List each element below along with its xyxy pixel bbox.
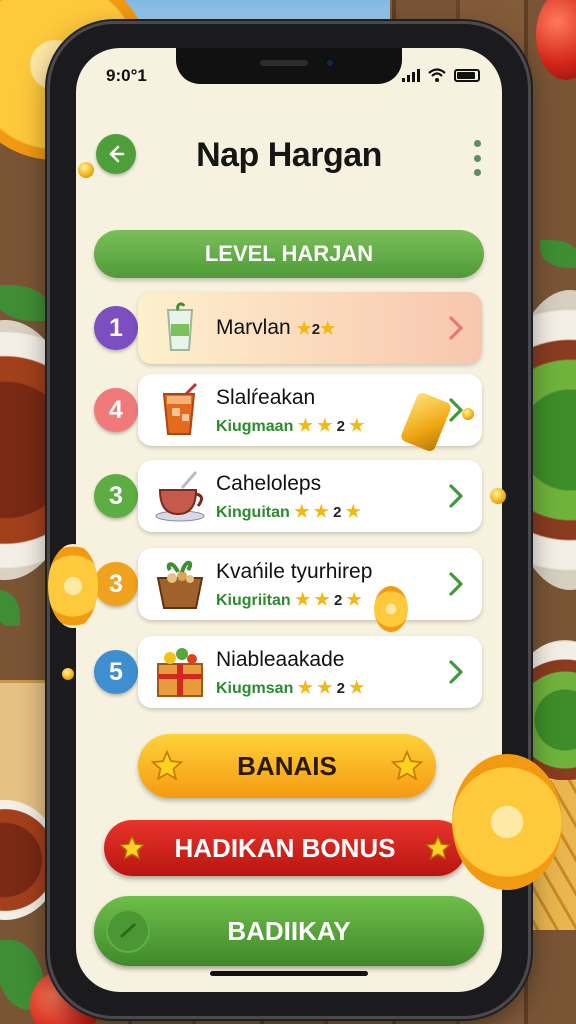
- orange-slice-decoration: [48, 544, 98, 628]
- chevron-right-icon: [446, 570, 466, 598]
- badiikay-label: BADIIKAY: [227, 915, 351, 946]
- item-rating: ★ ★ 2 ★: [297, 416, 365, 435]
- item-rating: ★ ★ 2 ★: [295, 590, 362, 609]
- bonus-button[interactable]: HADIKAN BONUS: [104, 820, 466, 876]
- star-icon: [118, 834, 146, 860]
- front-camera: [324, 57, 336, 69]
- chevron-right-icon: [446, 314, 466, 342]
- banais-button[interactable]: BANAIS: [138, 734, 436, 798]
- dot-icon: [473, 154, 481, 162]
- list-item[interactable]: Niableaakade Kiugmsan ★ ★ 2 ★: [138, 636, 482, 708]
- item-subtitle: Kiugmsan ★ ★ 2 ★: [216, 678, 365, 697]
- battery-icon: [454, 69, 480, 82]
- coin-decoration: [462, 408, 474, 420]
- drink-cup-icon: [152, 300, 208, 356]
- dot-icon: [473, 169, 481, 176]
- badiikay-button[interactable]: BADIIKAY: [94, 896, 484, 966]
- app-screen: 9:0°1 Nap Hargan LEVEL HARJAN 1 Marvlan ★…: [76, 48, 502, 992]
- item-name: Slalŕeakan: [216, 386, 316, 409]
- chevron-right-icon: [446, 482, 466, 510]
- item-subtitle: Kiugmaan ★ ★ 2 ★: [216, 416, 365, 435]
- check-icon: [106, 909, 150, 953]
- leaf-decoration: [0, 590, 20, 626]
- star-icon: [150, 749, 184, 781]
- item-name: Marvlan ★2★: [216, 316, 336, 339]
- star-icon: [390, 749, 424, 781]
- orange-slice-decoration: [452, 754, 562, 890]
- wifi-icon: [428, 68, 446, 82]
- page-title: Nap Hargan: [196, 136, 382, 174]
- rank-badge: 3: [94, 562, 138, 606]
- home-indicator: [210, 971, 368, 976]
- iced-tea-icon: [152, 382, 208, 438]
- item-rating: ★ ★ 2 ★: [294, 502, 361, 521]
- orange-slice-decoration: [374, 586, 408, 632]
- basket-icon: [152, 556, 208, 612]
- status-icons: [402, 68, 480, 82]
- coin-decoration: [78, 162, 94, 178]
- level-banner[interactable]: LEVEL HARJAN: [94, 230, 484, 278]
- signal-icon: [402, 69, 420, 82]
- item-name: Kvańile tyurhirep: [216, 560, 373, 583]
- item-name: Niableaakade: [216, 648, 345, 671]
- leaf-decoration: [540, 240, 576, 268]
- background-sky: [110, 0, 390, 26]
- tea-cup-icon: [152, 468, 208, 524]
- item-name: Caheloleps: [216, 472, 322, 495]
- item-subtitle: Kinguitan ★ ★ 2 ★: [216, 502, 361, 521]
- bonus-label: HADIKAN BONUS: [174, 832, 396, 863]
- coin-decoration: [490, 488, 506, 504]
- more-options-button[interactable]: [470, 140, 484, 176]
- list-item[interactable]: Caheloleps Kinguitan ★ ★ 2 ★: [138, 460, 482, 532]
- star-icon: [424, 834, 452, 860]
- rank-badge: 5: [94, 650, 138, 694]
- list-item[interactable]: Kvańile tyurhirep Kiugriitan ★ ★ 2 ★: [138, 548, 482, 620]
- rank-badge: 1: [94, 306, 138, 350]
- item-rating: ★2★: [296, 319, 336, 338]
- cherry-decoration: [536, 0, 576, 80]
- rank-badge: 3: [94, 474, 138, 518]
- status-time: 9:0°1: [106, 66, 147, 85]
- rank-badge: 4: [94, 388, 138, 432]
- item-rating: ★ ★ 2 ★: [297, 678, 365, 697]
- item-subtitle: Kiugriitan ★ ★ 2 ★: [216, 590, 362, 609]
- list-item[interactable]: Marvlan ★2★: [138, 292, 482, 364]
- gift-box-icon: [152, 644, 208, 700]
- banais-label: BANAIS: [237, 750, 337, 781]
- speaker-grille: [260, 60, 308, 66]
- dot-icon: [473, 140, 481, 147]
- leaf-decoration: [0, 285, 50, 321]
- phone-frame: 9:0°1 Nap Hargan LEVEL HARJAN 1 Marvlan ★…: [50, 24, 528, 1016]
- coin-decoration: [62, 668, 74, 680]
- phone-notch: [176, 48, 402, 84]
- level-banner-label: LEVEL HARJAN: [204, 241, 374, 266]
- chevron-right-icon: [446, 658, 466, 686]
